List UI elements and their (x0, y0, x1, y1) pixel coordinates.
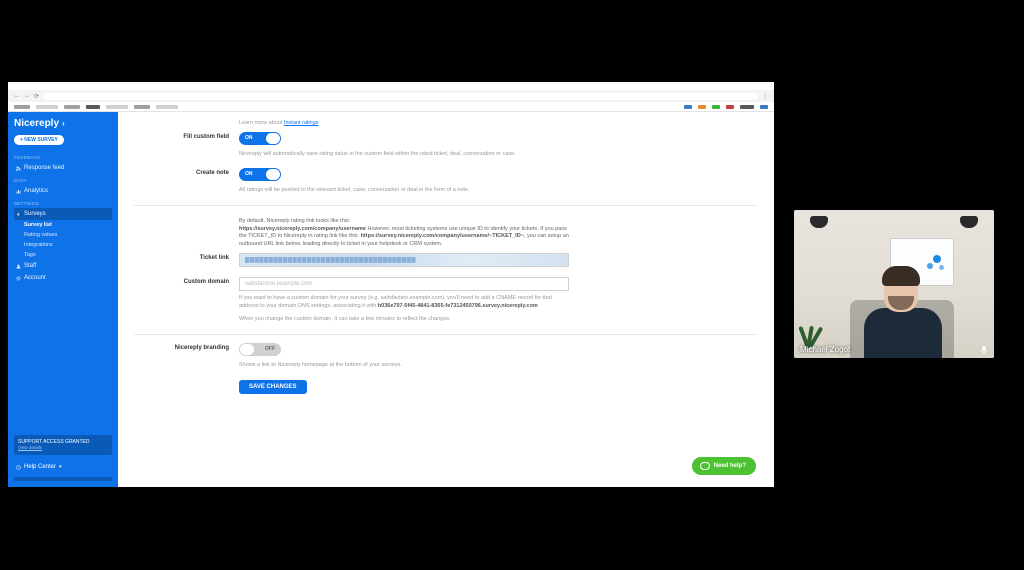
url-bar: ← → ⟳ ⋮ (8, 90, 774, 102)
sidebar-item-analytics[interactable]: Analytics (14, 185, 112, 197)
create-note-help: All ratings will be pushed to the releva… (239, 187, 569, 195)
sidebar-subitem-integrations[interactable]: Integrations (14, 240, 112, 250)
chevron-down-icon: ▾ (59, 464, 62, 470)
sidebar-section-settings: SETTINGS (14, 201, 112, 206)
sidebar-section-feedback: FEEDBACK (14, 155, 112, 160)
chart-icon (16, 189, 21, 194)
sidebar-item-staff[interactable]: Staff (14, 260, 112, 272)
create-note-label: Create note (134, 168, 239, 195)
instant-ratings-link[interactable]: Instant ratings (284, 120, 319, 126)
sidebar-subitem-rating-values[interactable]: Rating values (14, 230, 112, 240)
support-view-details-link[interactable]: View details (18, 445, 42, 450)
lightning-icon (16, 212, 21, 217)
sidebar-footer-bar (14, 477, 112, 481)
speaker-name-label: Michael Zogot (800, 345, 850, 354)
microphone-icon (980, 342, 988, 352)
fill-custom-field-toggle[interactable]: ON (239, 132, 281, 145)
speaker-video: Michael Zogot (794, 210, 994, 358)
custom-domain-help2: When you change the custom domain, it ca… (239, 316, 569, 324)
ticket-link-input[interactable] (239, 253, 569, 267)
main-content: Learn more about Instant ratings Fill cu… (118, 112, 774, 487)
people-icon (16, 264, 21, 269)
fill-custom-field-help: Nicereply will automatically save rating… (239, 151, 569, 159)
sidebar: Nicereply› + NEW SURVEY FEEDBACK Respons… (8, 112, 118, 487)
save-changes-button[interactable]: SAVE CHANGES (239, 380, 307, 394)
sidebar-item-account[interactable]: Account (14, 272, 112, 284)
custom-domain-help: If you want to have a custom domain for … (239, 295, 569, 310)
bookmarks-bar (8, 102, 774, 112)
extensions-icon[interactable]: ⋮ (762, 93, 768, 100)
sidebar-section-data: DATA (14, 178, 112, 183)
custom-domain-label: Custom domain (134, 277, 239, 324)
nicereply-branding-toggle[interactable]: OFF (239, 343, 281, 356)
sidebar-subitem-tags[interactable]: Tags (14, 250, 112, 260)
gear-icon (16, 276, 21, 281)
rss-icon (16, 166, 21, 171)
ticket-link-description: By default, Nicereply rating link looks … (239, 218, 569, 249)
nicereply-branding-label: Nicereply branding (134, 343, 239, 370)
sidebar-item-help-center[interactable]: ? Help Center ▾ (14, 461, 112, 473)
brand-logo: Nicereply› (14, 118, 112, 129)
speaker-person (860, 260, 946, 358)
sidebar-subitem-survey-list[interactable]: Survey list (14, 220, 112, 230)
address-input[interactable] (43, 93, 758, 100)
nicereply-branding-help: Shows a link to Nicereply homepage at th… (239, 362, 569, 370)
new-survey-button[interactable]: + NEW SURVEY (14, 135, 64, 145)
chat-icon (700, 462, 710, 470)
ticket-link-label: Ticket link (134, 253, 239, 267)
custom-domain-input[interactable] (239, 277, 569, 291)
help-icon: ? (16, 465, 21, 470)
support-access-box: SUPPORT ACCESS GRANTED View details (14, 435, 112, 455)
back-icon[interactable]: ← (14, 93, 20, 99)
forward-icon[interactable]: → (24, 93, 30, 99)
sidebar-item-surveys[interactable]: Surveys (14, 208, 112, 220)
create-note-toggle[interactable]: ON (239, 168, 281, 181)
reload-icon[interactable]: ⟳ (34, 93, 39, 100)
need-help-button[interactable]: Need help? (692, 457, 756, 475)
browser-window: ← → ⟳ ⋮ Nicereply› + NEW SURVEY FEEDBACK… (8, 82, 774, 487)
sidebar-item-response-feed[interactable]: Response feed (14, 162, 112, 174)
fill-custom-field-label: Fill custom field (134, 132, 239, 159)
